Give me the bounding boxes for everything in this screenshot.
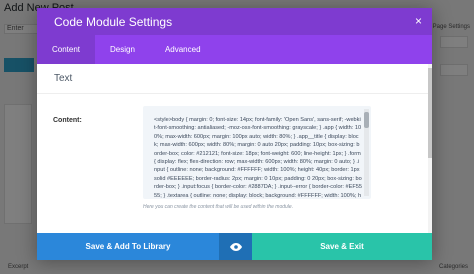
tab-advanced[interactable]: Advanced <box>150 35 216 64</box>
modal-scrollbar[interactable] <box>428 64 432 233</box>
modal-body: Text Content: <style>body { margin: 0; f… <box>37 64 432 233</box>
code-scrollbar-thumb[interactable] <box>364 112 369 128</box>
tab-bar: Content Design Advanced <box>37 35 432 64</box>
code-module-settings-modal: Code Module Settings × Content Design Ad… <box>37 8 432 260</box>
modal-footer: Save & Add To Library Save & Exit <box>37 233 432 260</box>
preview-button[interactable] <box>219 233 252 260</box>
modal-scrollbar-thumb[interactable] <box>428 68 432 158</box>
save-exit-button[interactable]: Save & Exit <box>252 233 432 260</box>
code-textarea[interactable]: <style>body { margin: 0; font-size: 14px… <box>143 106 371 199</box>
save-add-to-library-button[interactable]: Save & Add To Library <box>37 233 219 260</box>
content-label: Content: <box>53 117 82 124</box>
help-text: Here you can create the content that wil… <box>143 204 294 210</box>
tab-design[interactable]: Design <box>95 35 150 64</box>
code-scrollbar[interactable] <box>364 109 369 196</box>
section-title: Text <box>54 73 73 84</box>
section-toggle-text[interactable]: Text <box>37 64 432 94</box>
modal-header: Code Module Settings × <box>37 8 432 35</box>
tab-content[interactable]: Content <box>37 35 96 64</box>
close-icon[interactable]: × <box>415 14 422 28</box>
code-content: <style>body { margin: 0; font-size: 14px… <box>154 117 363 199</box>
modal-title: Code Module Settings <box>54 15 173 29</box>
eye-icon <box>229 242 242 251</box>
